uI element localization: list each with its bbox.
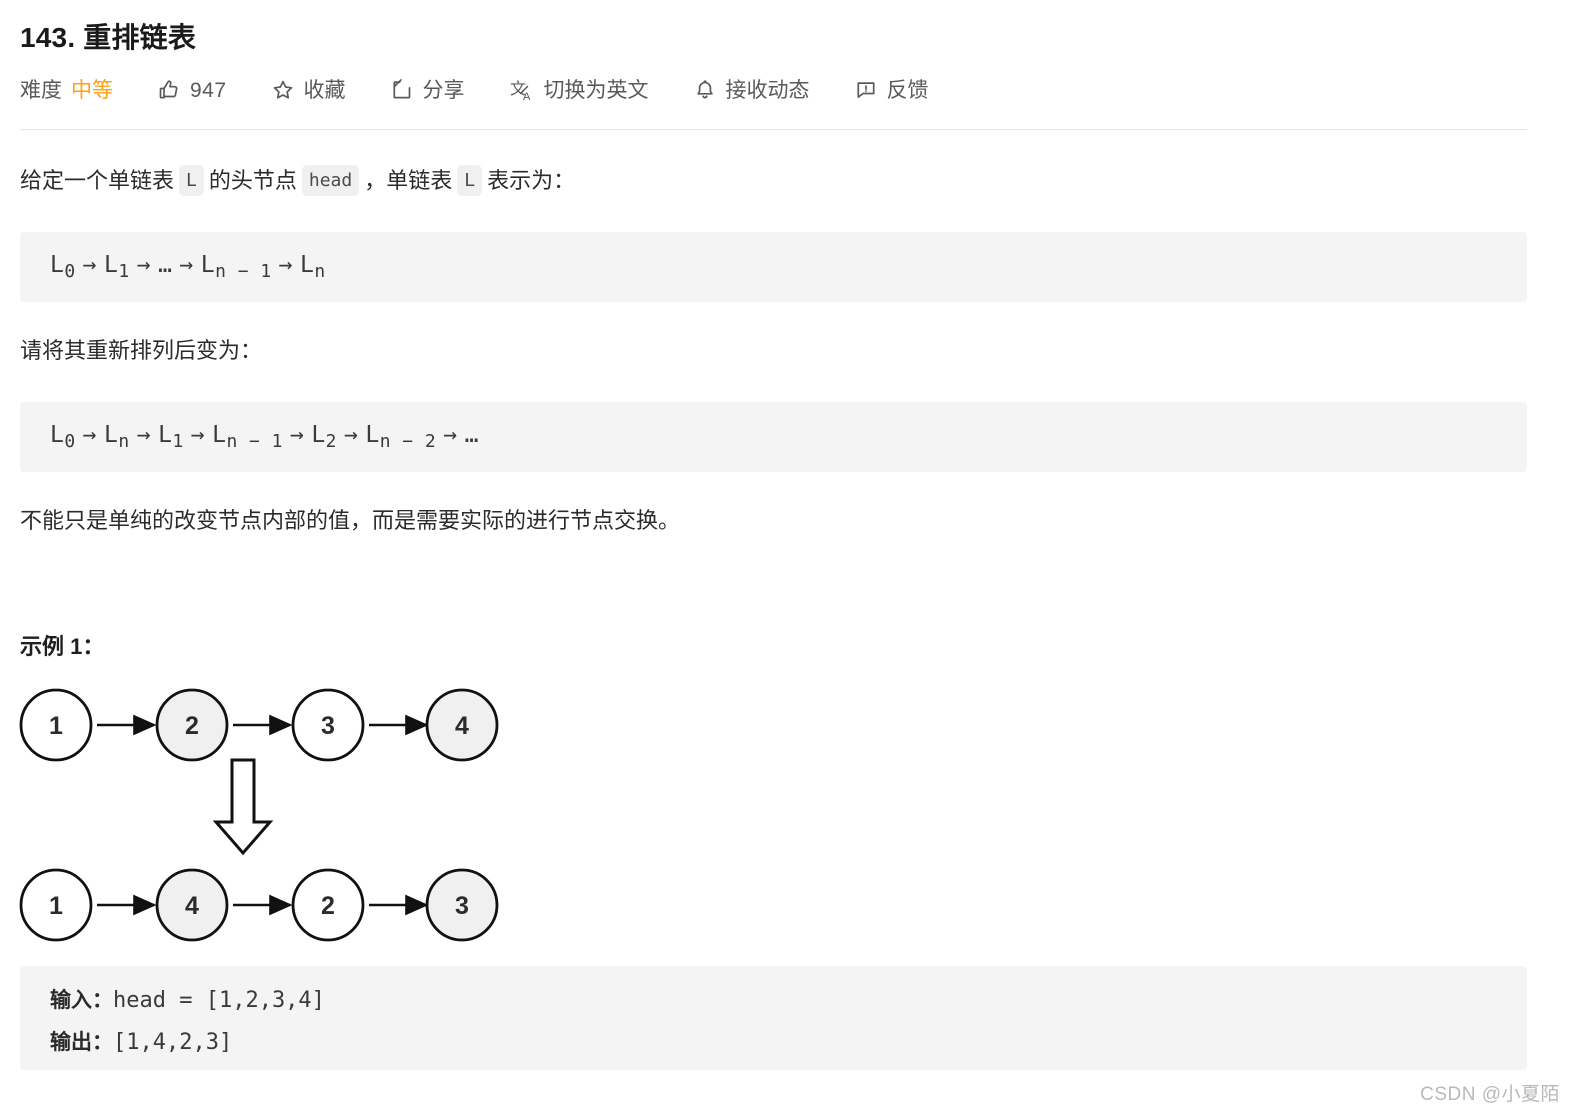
share-box-icon [390,78,414,102]
linked-list-diagram: 1 2 3 4 1 4 2 3 [14,676,534,946]
subscribe-label: 接收动态 [725,78,810,102]
translate-label: 切换为英文 [543,78,649,102]
node-bottom-3: 3 [425,868,499,942]
node-bottom-0: 1 [19,868,93,942]
difficulty-value: 中等 [71,78,113,102]
thumbs-up-icon [157,78,181,102]
text-fragment: ，单链表 [364,168,453,193]
problem-statement-line-1: 给定一个单链表 L 的头节点 head ，单链表 L 表示为： [20,164,575,197]
node-bottom-2: 2 [291,868,365,942]
inline-code-head: head [301,165,360,196]
translate-icon: 文 A [509,77,535,103]
problem-statement-line-2: 请将其重新排列后变为： [20,338,263,363]
share-label: 分享 [422,78,465,102]
watermark: CSDN @小夏陌 [1420,1084,1560,1105]
input-value: head = [1,2,3,4] [113,988,325,1013]
share-button[interactable]: 分享 [390,78,465,102]
arrow-glyph: → [190,421,206,448]
problem-statement-line-3: 不能只是单纯的改变节点内部的值，而是需要实际的进行节点交换。 [20,508,681,533]
inline-code-L-2: L [457,165,483,196]
bell-icon [693,78,717,102]
node-value: 1 [49,892,63,920]
arrow-glyph: → [443,421,458,448]
formula-original: L0 → L1 →… → Ln − 1 → Ln [50,251,326,283]
header-divider [20,129,1527,130]
arrow-glyph: → [136,251,152,278]
difficulty-indicator: 难度 中等 [20,80,113,101]
problem-page: 143. 重排链表 难度 中等 947 收藏 分享 文 A 切换为英文 接收动态… [0,0,1580,1116]
favorite-label: 收藏 [303,78,346,102]
translate-button[interactable]: 文 A 切换为英文 [509,77,649,103]
arrow-glyph: → [82,251,98,278]
node-bottom-1: 4 [155,868,229,942]
like-button[interactable]: 947 [157,78,227,102]
difficulty-label: 难度 [20,78,62,102]
favorite-button[interactable]: 收藏 [271,78,346,102]
formula-reordered: L0 → Ln → L1 → Ln − 1 → L2 → Ln − 2 →… [50,421,479,453]
text-fragment: 表示为： [487,168,576,193]
problem-toolbar: 难度 中等 947 收藏 分享 文 A 切换为英文 接收动态 反馈 [20,72,929,108]
node-top-1: 2 [155,688,229,762]
node-value: 2 [185,712,199,740]
node-value: 4 [455,712,469,740]
output-label: 输出： [50,1031,113,1054]
output-value: [1,4,2,3] [113,1030,233,1055]
node-top-0: 1 [19,688,93,762]
text-fragment: 给定一个单链表 [20,168,175,193]
input-label: 输入： [50,989,113,1012]
arrow-glyph: → [289,421,305,448]
speech-bubble-alert-icon [854,78,878,102]
down-block-arrow-icon [212,758,274,856]
example-io-block: 输入：head = [1,2,3,4] 输出：[1,4,2,3] [20,966,1527,1070]
page-title: 143. 重排链表 [20,22,197,53]
example-io-text: 输入：head = [1,2,3,4] 输出：[1,4,2,3] [50,980,325,1064]
text-fragment: 的头节点 [208,168,297,193]
subscribe-button[interactable]: 接收动态 [693,78,810,102]
feedback-button[interactable]: 反馈 [854,78,929,102]
like-count: 947 [190,78,227,102]
node-top-2: 3 [291,688,365,762]
formula-block-reordered: L0 → Ln → L1 → Ln − 1 → L2 → Ln − 2 →… [20,402,1527,472]
node-value: 2 [321,892,335,920]
arrow-glyph: → [179,251,194,278]
node-value: 3 [455,892,469,920]
example-output-line: 输出：[1,4,2,3] [50,1022,325,1064]
example-input-line: 输入：head = [1,2,3,4] [50,980,325,1022]
arrow-glyph: → [136,421,152,448]
node-value: 4 [185,892,199,920]
node-value: 1 [49,712,63,740]
feedback-label: 反馈 [886,78,929,102]
arrow-glyph: → [82,421,98,448]
arrow-glyph: → [343,421,359,448]
star-icon [271,78,295,102]
example-heading: 示例 1： [20,634,105,659]
svg-text:A: A [523,91,531,103]
formula-block-original: L0 → L1 →… → Ln − 1 → Ln [20,232,1527,302]
node-value: 3 [321,712,335,740]
inline-code-L-1: L [179,165,204,196]
arrow-glyph: → [278,251,293,278]
node-top-3: 4 [425,688,499,762]
